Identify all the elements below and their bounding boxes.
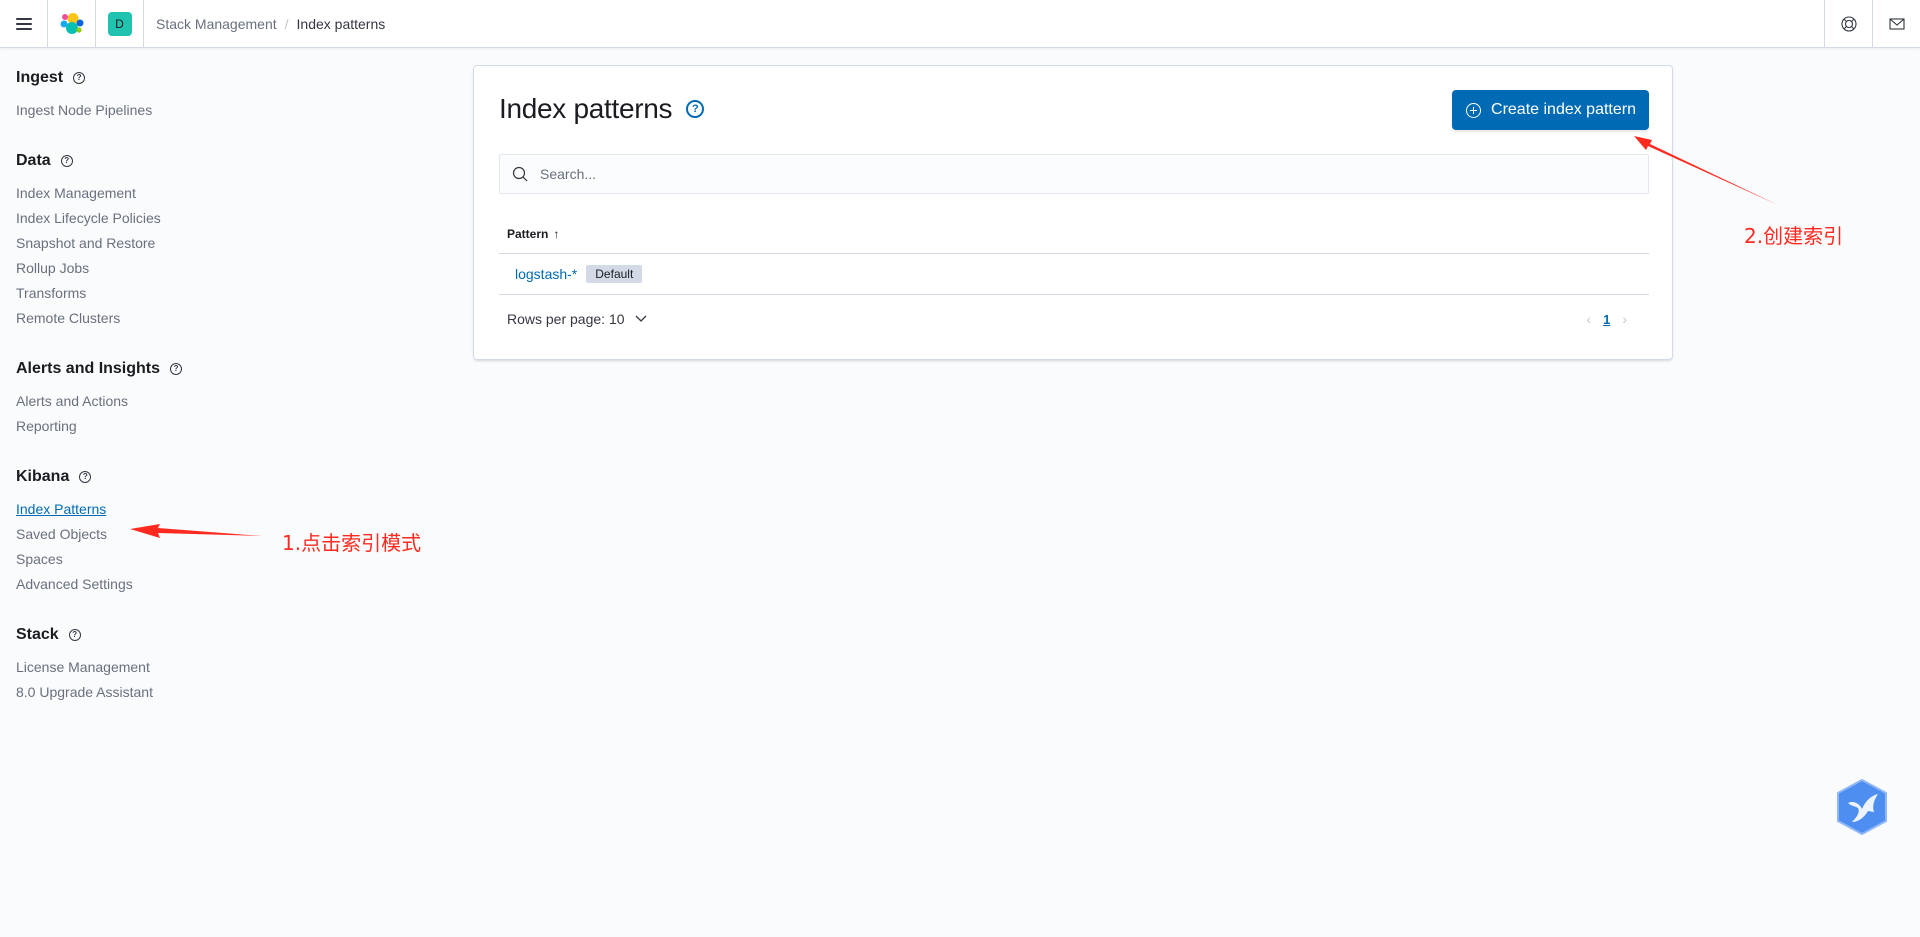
sidebar-item-upgrade-assistant[interactable]: 8.0 Upgrade Assistant [16, 680, 436, 705]
rows-per-page-select[interactable]: Rows per page: 10 [507, 311, 647, 327]
question-circle-icon: ? [73, 72, 86, 84]
question-circle-icon: ? [79, 471, 92, 483]
annotation-step-1: 1.点击索引模式 [282, 531, 422, 555]
sidebar-items: Alerts and Actions Reporting [16, 389, 436, 439]
sidebar-group-title: Kibana? [16, 465, 436, 489]
question-circle-icon: ? [68, 629, 81, 641]
sidebar-group-title: Ingest? [16, 66, 436, 90]
create-button-label: Create index pattern [1491, 101, 1636, 118]
sidebar-group-alerts-insights: Alerts and Insights? Alerts and Actions … [16, 357, 436, 439]
search-input[interactable] [540, 166, 1620, 182]
chevron-down-icon [635, 315, 646, 322]
page-title-text: Index patterns [499, 93, 673, 124]
rows-per-page-label: Rows per page: 10 [507, 311, 625, 327]
sidebar-item-ingest-node-pipelines[interactable]: Ingest Node Pipelines [16, 98, 436, 123]
group-title-text: Ingest [16, 69, 64, 86]
sidebar-group-title: Data? [16, 149, 436, 173]
pattern-link[interactable]: logstash-* [515, 266, 577, 282]
sidebar-item-remote-clusters[interactable]: Remote Clusters [16, 306, 436, 331]
management-sidebar: Ingest? Ingest Node Pipelines Data? Inde… [16, 49, 436, 731]
column-header-pattern[interactable]: Pattern ↑ [499, 214, 1649, 254]
annotation-step-2: 2.创建索引 [1744, 224, 1844, 248]
breadcrumb-stack-management[interactable]: Stack Management [156, 16, 277, 32]
sidebar-item-index-lifecycle-policies[interactable]: Index Lifecycle Policies [16, 206, 436, 231]
question-circle-icon[interactable]: ? [686, 100, 705, 118]
column-header-label: Pattern [507, 226, 549, 241]
mail-icon [1888, 18, 1905, 30]
search-icon [512, 166, 528, 182]
sidebar-item-index-management[interactable]: Index Management [16, 181, 436, 206]
sidebar-item-license-management[interactable]: License Management [16, 655, 436, 680]
search-box [499, 154, 1649, 194]
breadcrumb-separator: / [284, 15, 289, 32]
group-title-text: Alerts and Insights [16, 360, 161, 377]
default-badge: Default [586, 265, 643, 283]
group-title-text: Kibana [16, 468, 70, 485]
plus-circle-icon [1466, 102, 1482, 118]
sidebar-group-title: Alerts and Insights? [16, 357, 436, 381]
logo-section [48, 0, 96, 48]
help-lifebuoy-icon [1840, 16, 1857, 32]
breadcrumb: Stack Management / Index patterns [156, 16, 385, 32]
floating-bird-app-icon[interactable] [1834, 778, 1890, 836]
sort-ascending-icon: ↑ [553, 226, 560, 241]
sidebar-items: Index Management Index Lifecycle Policie… [16, 181, 436, 331]
space-section: D [96, 0, 144, 48]
pagination-page-1[interactable]: 1 [1603, 312, 1610, 327]
elastic-logo-icon[interactable] [60, 12, 84, 36]
sidebar-items: Ingest Node Pipelines [16, 98, 436, 123]
newsfeed-button[interactable] [1872, 0, 1920, 48]
sidebar-items: License Management 8.0 Upgrade Assistant [16, 655, 436, 705]
hamburger-icon[interactable] [15, 17, 32, 30]
group-title-text: Stack [16, 626, 59, 643]
index-patterns-table: Pattern ↑ logstash-* Default [499, 214, 1649, 295]
sidebar-item-snapshot-and-restore[interactable]: Snapshot and Restore [16, 231, 436, 256]
page-title: Index patterns ? [499, 93, 705, 125]
sidebar-group-stack: Stack? License Management 8.0 Upgrade As… [16, 623, 436, 705]
header-actions [1824, 0, 1920, 48]
sidebar-group-ingest: Ingest? Ingest Node Pipelines [16, 66, 436, 123]
question-circle-icon: ? [60, 155, 73, 167]
sidebar-item-rollup-jobs[interactable]: Rollup Jobs [16, 256, 436, 281]
breadcrumb-index-patterns: Index patterns [296, 15, 386, 32]
create-index-pattern-button[interactable]: Create index pattern [1452, 90, 1649, 130]
sidebar-item-reporting[interactable]: Reporting [16, 414, 436, 439]
sidebar-group-title: Stack? [16, 623, 436, 647]
menu-section [0, 0, 48, 48]
question-circle-icon: ? [170, 363, 183, 375]
sidebar-item-transforms[interactable]: Transforms [16, 281, 436, 306]
group-title-text: Data [16, 152, 51, 169]
top-header: D Stack Management / Index patterns [0, 0, 1920, 48]
sidebar-item-alerts-and-actions[interactable]: Alerts and Actions [16, 389, 436, 414]
sidebar-item-advanced-settings[interactable]: Advanced Settings [16, 572, 436, 597]
pagination: ‹ 1 › [1574, 311, 1639, 327]
sidebar-group-data: Data? Index Management Index Lifecycle P… [16, 149, 436, 331]
table-row: logstash-* Default [499, 254, 1649, 295]
help-button[interactable] [1824, 0, 1872, 48]
index-patterns-panel: Index patterns ? Create index pattern Pa… [473, 65, 1673, 360]
sidebar-item-index-patterns[interactable]: Index Patterns [16, 497, 436, 522]
pagination-next-button[interactable]: › [1622, 311, 1627, 327]
table-footer: Rows per page: 10 ‹ 1 › [507, 304, 1647, 334]
space-avatar[interactable]: D [107, 11, 132, 36]
pagination-prev-button[interactable]: ‹ [1586, 311, 1591, 327]
